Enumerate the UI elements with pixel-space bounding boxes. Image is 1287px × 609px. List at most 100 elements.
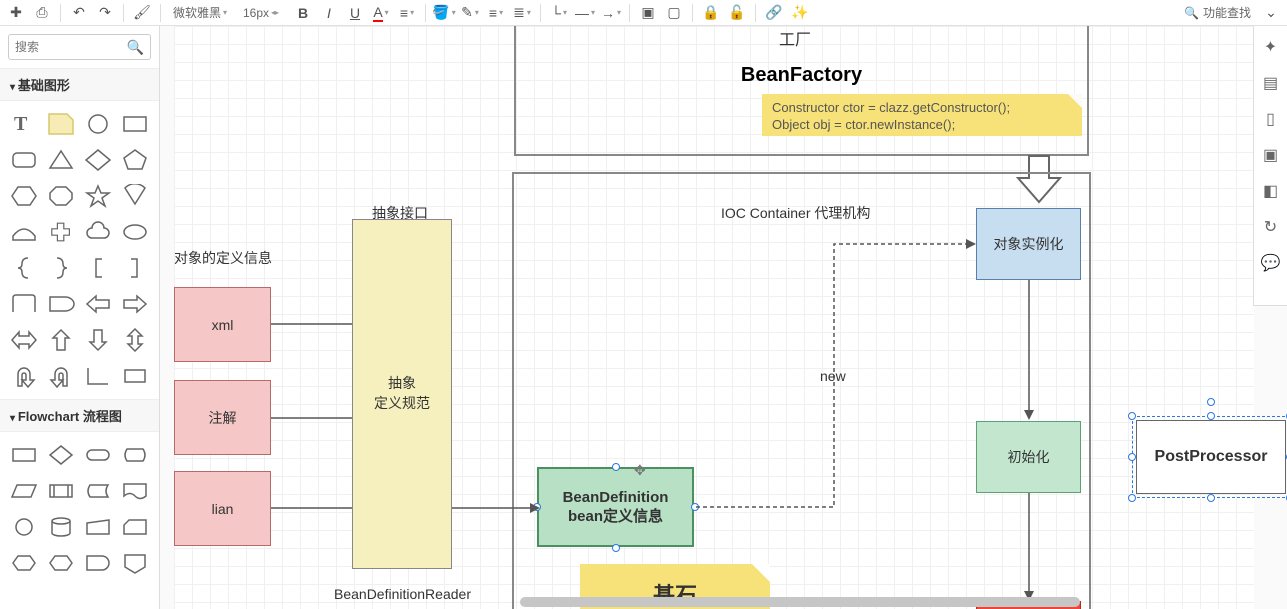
shape-diamond[interactable] [83,145,114,175]
undo-icon[interactable]: ↶ [67,2,91,24]
italic-icon[interactable]: I [317,2,341,24]
shape-uturn-l[interactable] [8,361,39,391]
bold-icon[interactable]: B [291,2,315,24]
shape-arrow-d[interactable] [83,325,114,355]
comment-icon[interactable]: 💬 [1260,252,1282,274]
sel-handle-w[interactable] [533,503,541,511]
line-type-icon[interactable]: —▾ [573,2,597,24]
category-basic[interactable]: 基础图形 [0,68,159,101]
annotation-box[interactable]: 注解 [174,380,271,455]
fc-process[interactable] [8,440,39,470]
lian-box[interactable]: lian [174,471,271,546]
fc-display[interactable] [120,440,151,470]
shape-arrow-r[interactable] [120,289,151,319]
pp-handle-w[interactable] [1128,453,1136,461]
collapse-icon[interactable]: ⌄ [1259,2,1283,24]
init-box[interactable]: 初始化 [976,421,1081,493]
shape-arrow-u[interactable] [45,325,76,355]
abstract-spec-box[interactable]: 抽象 定义规范 [352,219,452,569]
line-color-icon[interactable]: ✎▾ [458,2,482,24]
link-icon[interactable]: 🔗 [762,2,786,24]
shape-arc[interactable] [8,217,39,247]
function-search[interactable]: 🔍 功能查找 [1184,4,1251,21]
pp-handle-nw[interactable] [1128,412,1136,420]
shape-arrow-ud[interactable] [120,325,151,355]
shape-frame[interactable] [120,361,151,391]
sel-handle-s[interactable] [612,544,620,552]
fc-loop[interactable] [8,548,39,578]
font-select[interactable]: 微软雅黑 ▾ [167,3,237,23]
canvas[interactable]: BeanFactory 工厂 Constructor ctor = clazz.… [160,26,1287,609]
shape-arrow-l[interactable] [83,289,114,319]
arrow-icon[interactable]: →▾ [599,2,623,24]
shape-fan[interactable] [120,181,151,211]
shape-search[interactable]: 🔍 [8,34,151,60]
shape-text[interactable]: T [8,109,39,139]
instantiate-box[interactable]: 对象实例化 [976,208,1081,280]
xml-box[interactable]: xml [174,287,271,362]
code-note[interactable]: Constructor ctor = clazz.getConstructor(… [762,94,1082,136]
line-style-icon[interactable]: ≣▾ [510,2,534,24]
shape-ellipse[interactable] [120,217,151,247]
fc-offpage[interactable] [120,548,151,578]
pp-handle-s[interactable] [1207,494,1215,502]
fc-db[interactable] [45,512,76,542]
pages-icon[interactable]: ▣ [1260,144,1282,166]
outline-icon[interactable]: ▤ [1260,72,1282,94]
bring-front-icon[interactable]: ▣ [636,2,660,24]
shape-plus[interactable] [45,217,76,247]
pp-handle-sw[interactable] [1128,494,1136,502]
underline-icon[interactable]: U [343,2,367,24]
export-icon[interactable]: ⎙ [30,2,54,24]
shape-bracket-r[interactable] [120,253,151,283]
scrollbar-thumb[interactable] [520,597,1080,607]
shape-note[interactable] [45,109,76,139]
shape-tab[interactable] [8,289,39,319]
shape-pentagon[interactable] [120,145,151,175]
shape-circle[interactable] [83,109,114,139]
line-width-icon[interactable]: ≡▾ [484,2,508,24]
shape-corner[interactable] [83,361,114,391]
shape-cloud[interactable] [83,217,114,247]
fc-predef[interactable] [45,476,76,506]
shape-rect[interactable] [120,109,151,139]
magic-icon[interactable]: ✨ [788,2,812,24]
fc-data[interactable] [8,476,39,506]
shape-triangle[interactable] [45,145,76,175]
shape-roundrect[interactable] [8,145,39,175]
beandefinition-box[interactable]: BeanDefinition bean定义信息 [537,467,694,547]
lock-icon[interactable]: 🔒 [699,2,723,24]
navigator-icon[interactable]: ✦ [1260,36,1282,58]
pp-handle-n[interactable] [1207,412,1215,420]
postprocessor-box[interactable]: PostProcessor [1136,420,1286,494]
fc-stored[interactable] [83,476,114,506]
format-painter-icon[interactable]: 🖌 [130,2,154,24]
shape-halfround[interactable] [45,289,76,319]
fc-connector[interactable] [8,512,39,542]
fc-doc[interactable] [120,476,151,506]
pp-rotate-handle[interactable] [1207,398,1215,406]
search-input[interactable] [15,40,127,54]
fc-decision[interactable] [45,440,76,470]
send-back-icon[interactable]: ▢ [662,2,686,24]
sel-handle-n[interactable] [612,463,620,471]
sel-handle-e[interactable] [691,503,699,511]
shape-bracket-l[interactable] [83,253,114,283]
fc-prep[interactable] [45,548,76,578]
layers-icon[interactable]: ▯ [1260,108,1282,130]
shape-brace-r[interactable] [45,253,76,283]
font-color-icon[interactable]: A▾ [369,2,393,24]
themes-icon[interactable]: ◧ [1260,180,1282,202]
shape-star[interactable] [83,181,114,211]
align-icon[interactable]: ≡▾ [395,2,419,24]
fc-terminal[interactable] [83,440,114,470]
fc-card[interactable] [120,512,151,542]
save-icon[interactable]: ✚ [4,2,28,24]
shape-brace-l[interactable] [8,253,39,283]
shape-hexagon[interactable] [8,181,39,211]
paper[interactable]: BeanFactory 工厂 Constructor ctor = clazz.… [174,26,1254,609]
fill-color-icon[interactable]: 🪣▾ [432,2,456,24]
font-size-select[interactable]: 16px ◂▸ [239,3,289,23]
shape-octagon[interactable] [45,181,76,211]
redo-icon[interactable]: ↷ [93,2,117,24]
